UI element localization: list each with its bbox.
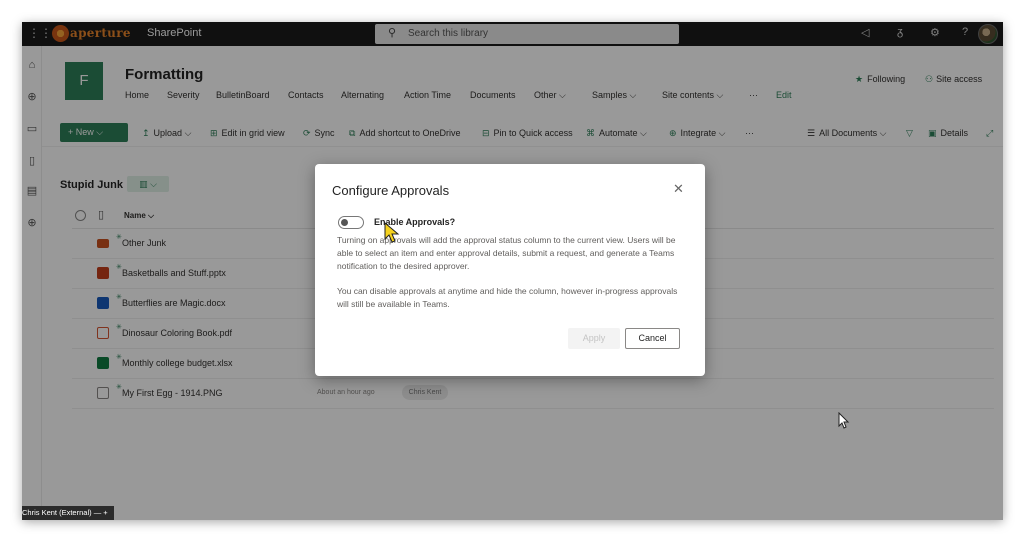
configure-approvals-dialog: Configure Approvals ✕ Enable Approvals? … — [315, 164, 705, 376]
apply-button[interactable]: Apply — [568, 328, 620, 349]
presenter-tag: Chris Kent (External) — + — [22, 506, 114, 520]
cancel-button[interactable]: Cancel — [625, 328, 680, 349]
sharepoint-window: ⋮⋮⋮ aperture SharePoint ⚲ Search this li… — [22, 22, 1003, 520]
mouse-pointer-icon — [838, 412, 850, 429]
dialog-title: Configure Approvals — [332, 183, 450, 198]
cursor-highlight-icon — [384, 222, 400, 243]
enable-approvals-toggle[interactable] — [338, 216, 364, 229]
close-icon[interactable]: ✕ — [673, 181, 684, 197]
toggle-knob — [341, 219, 348, 226]
dialog-note: You can disable approvals at anytime and… — [337, 286, 678, 309]
